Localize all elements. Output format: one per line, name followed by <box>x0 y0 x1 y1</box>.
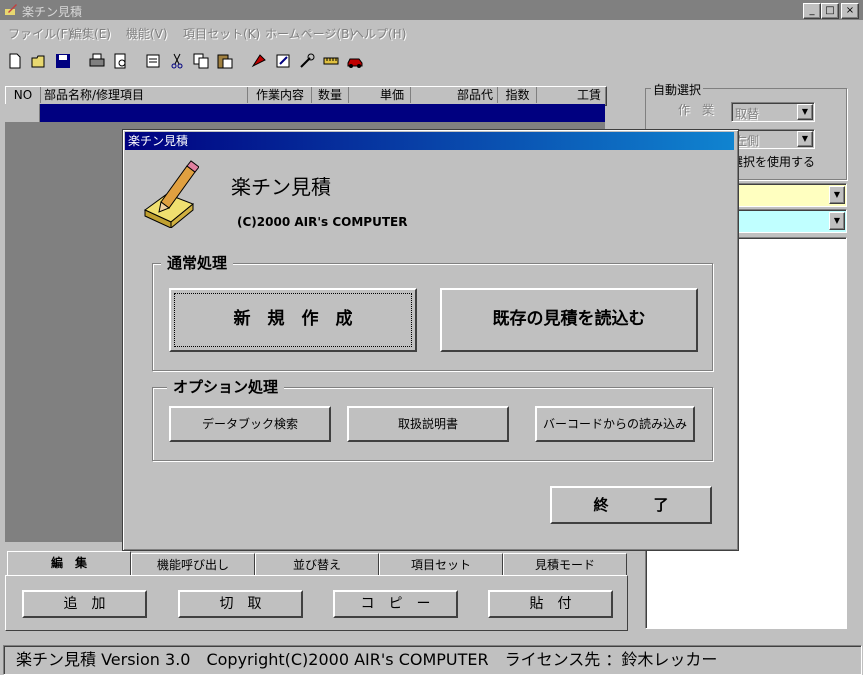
menu-help[interactable]: ヘルプ(H) <box>352 25 406 42</box>
chevron-down-icon[interactable]: ▼ <box>797 131 813 147</box>
column-header[interactable]: 指数 <box>499 87 537 103</box>
save-icon[interactable] <box>52 50 74 72</box>
car-icon[interactable] <box>344 50 366 72</box>
start-dialog: 楽チン見積 楽チン見積 (C)2000 AIR's COMPUTER 通常処理 … <box>122 129 739 551</box>
copyright-text: (C)2000 AIR's COMPUTER <box>237 215 408 229</box>
row-number-cell[interactable] <box>5 104 40 122</box>
tab-function-call[interactable]: 機能呼び出し <box>131 553 255 575</box>
paste-button[interactable]: 貼 付 <box>488 590 613 618</box>
databook-search-button[interactable]: データブック検索 <box>169 406 331 442</box>
maximize-button[interactable]: □ <box>821 3 839 19</box>
table-header: NO 部品名称/修理項目 作業内容 数量 単価 部品代 指数 工賃 <box>5 86 607 106</box>
properties-icon[interactable] <box>142 50 164 72</box>
column-header[interactable]: 数量 <box>312 87 349 103</box>
menu-file[interactable]: ファイル(F) <box>8 25 72 42</box>
app-name: 楽チン見積 <box>231 175 331 199</box>
new-file-icon[interactable] <box>4 50 26 72</box>
open-folder-icon[interactable] <box>28 50 50 72</box>
close-button[interactable]: × <box>841 3 859 19</box>
menu-bar: ファイル(F) 編集(E) 機能(V) 項目セット(K) ホームページ(B) ヘ… <box>0 22 863 42</box>
cut-button[interactable]: 切 取 <box>178 590 303 618</box>
add-button[interactable]: 追 加 <box>22 590 147 618</box>
menu-item-set[interactable]: 項目セット(K) <box>183 25 260 42</box>
option-process-legend: オプション処理 <box>167 376 285 397</box>
open-existing-button[interactable]: 既存の見積を読込む <box>440 288 698 352</box>
tab-control: 編 集 機能呼び出し 並び替え 項目セット 見積モード 追 加 切 取 コ ピ … <box>5 551 630 633</box>
column-header[interactable]: 工賃 <box>537 87 605 103</box>
toolbar <box>0 46 863 76</box>
cut-icon[interactable] <box>166 50 188 72</box>
app-icon <box>4 3 18 20</box>
edit-sheet-icon[interactable] <box>272 50 294 72</box>
paste-icon[interactable] <box>214 50 236 72</box>
chevron-down-icon[interactable]: ▼ <box>829 212 845 230</box>
wrench-icon[interactable] <box>296 50 318 72</box>
barcode-import-button[interactable]: バーコードからの読み込み <box>535 406 695 442</box>
chevron-down-icon[interactable]: ▼ <box>829 186 845 204</box>
menu-function[interactable]: 機能(V) <box>126 25 168 42</box>
minimize-button[interactable]: _ <box>803 3 821 19</box>
copy-icon[interactable] <box>190 50 212 72</box>
chevron-down-icon[interactable]: ▼ <box>797 104 813 120</box>
ruler-icon[interactable] <box>320 50 342 72</box>
pencil-notepad-icon <box>139 158 200 231</box>
exit-button[interactable]: 終 了 <box>550 486 712 524</box>
column-header[interactable]: 作業内容 <box>249 87 312 103</box>
new-estimate-button[interactable]: 新 規 作 成 <box>169 288 417 352</box>
auto-select-legend: 自動選択 <box>651 81 704 98</box>
window-title: 楽チン見積 <box>22 5 83 19</box>
use-selection-checkbox-label[interactable]: 選択を使用する <box>731 153 815 170</box>
status-text: 楽チン見積 Version 3.0 Copyright(C)2000 AIR's… <box>16 650 718 669</box>
tab-item-set[interactable]: 項目セット <box>379 553 503 575</box>
tab-sort[interactable]: 並び替え <box>255 553 379 575</box>
menu-edit[interactable]: 編集(E) <box>70 25 111 42</box>
print-preview-icon[interactable] <box>110 50 132 72</box>
copy-button[interactable]: コ ピ ー <box>333 590 458 618</box>
dialog-title-bar[interactable]: 楽チン見積 <box>125 132 734 150</box>
work-combo[interactable]: 取替 ▼ <box>731 102 815 122</box>
side-combo[interactable]: 左側 ▼ <box>731 129 815 149</box>
work-label: 作 業 <box>678 103 715 117</box>
normal-process-group: 通常処理 新 規 作 成 既存の見積を読込む <box>152 252 713 371</box>
column-header[interactable]: NO <box>6 87 41 103</box>
tab-estimate-mode[interactable]: 見積モード <box>503 553 627 575</box>
title-bar[interactable]: 楽チン見積 _ □ × <box>0 0 863 20</box>
column-header[interactable]: 単価 <box>349 87 411 103</box>
tab-edit[interactable]: 編 集 <box>7 551 131 575</box>
table-row[interactable] <box>5 104 605 122</box>
status-bar: 楽チン見積 Version 3.0 Copyright(C)2000 AIR's… <box>3 645 862 675</box>
normal-process-legend: 通常処理 <box>161 252 234 273</box>
tab-panel: 追 加 切 取 コ ピ ー 貼 付 <box>5 575 628 631</box>
column-header[interactable]: 部品名称/修理項目 <box>41 87 248 103</box>
column-header[interactable]: 部品代 <box>412 87 498 103</box>
menu-homepage[interactable]: ホームページ(B) <box>265 25 354 42</box>
tool-red-icon[interactable] <box>248 50 270 72</box>
work-value: 取替 <box>735 107 760 121</box>
option-process-group: オプション処理 データブック検索 取扱説明書 バーコードからの読み込み <box>152 376 713 461</box>
manual-button[interactable]: 取扱説明書 <box>347 406 509 442</box>
print-icon[interactable] <box>86 50 108 72</box>
